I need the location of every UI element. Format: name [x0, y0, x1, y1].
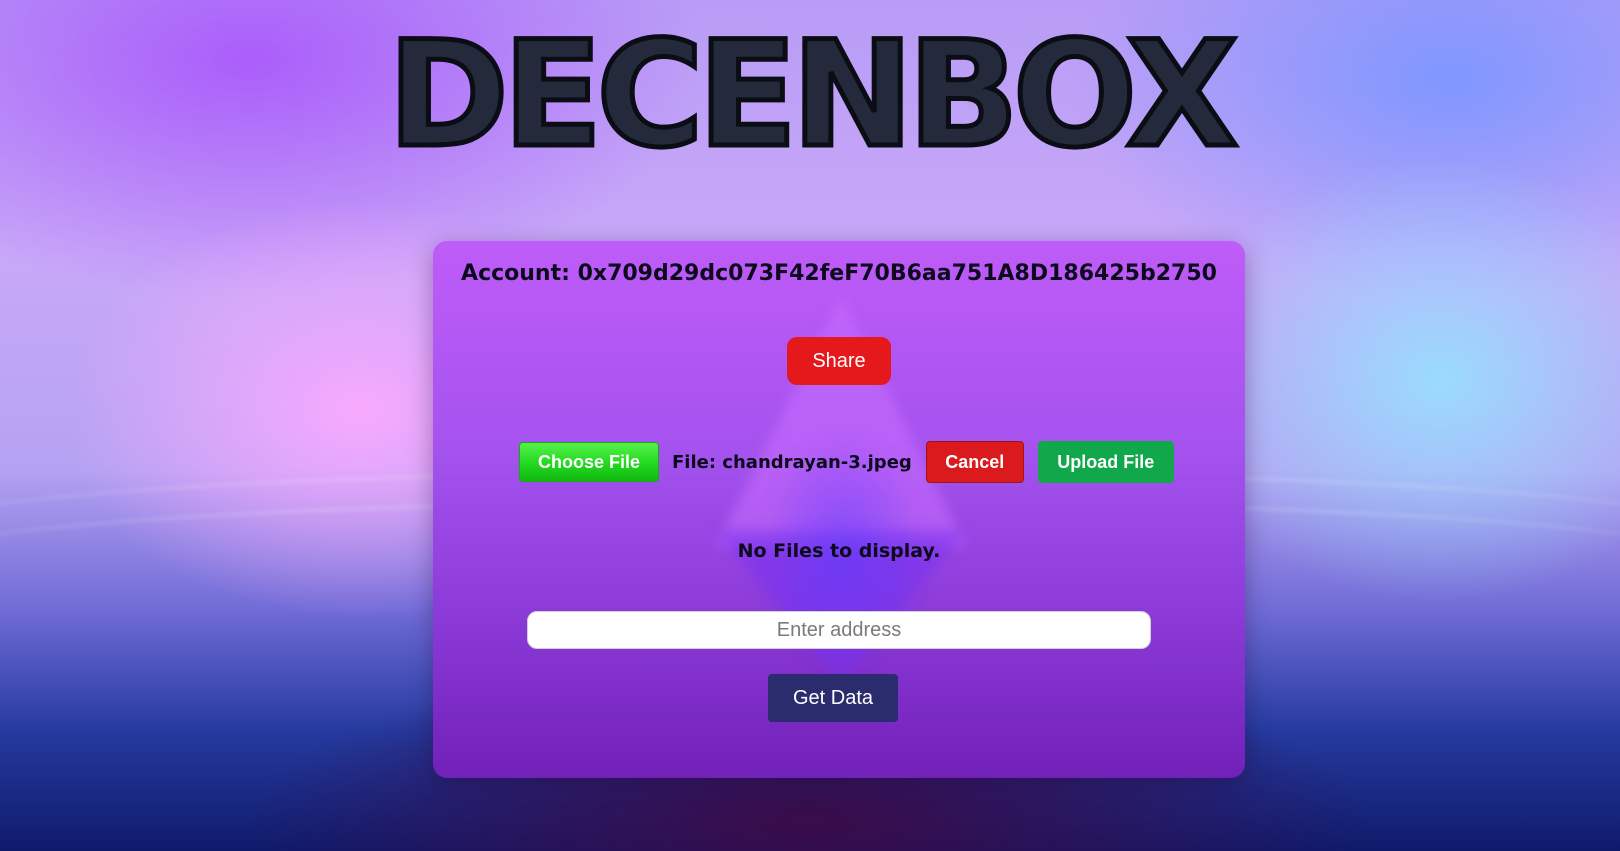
app-title: DECENBOX [385, 10, 1241, 180]
choose-file-button[interactable]: Choose File [519, 442, 659, 482]
main-card: Account: 0x709d29dc073F42feF70B6aa751A8D… [433, 241, 1245, 778]
upload-form: Choose File File: chandrayan-3.jpeg Canc… [519, 441, 1174, 483]
app-page: DECENBOX Account: 0x709d29dc073F42feF70B… [0, 0, 1620, 851]
cancel-button[interactable]: Cancel [925, 441, 1024, 483]
get-data-button[interactable]: Get Data [768, 674, 898, 722]
account-address: Account: 0x709d29dc073F42feF70B6aa751A8D… [461, 261, 1217, 286]
selected-file-label: File: chandrayan-3.jpeg [672, 451, 912, 473]
share-button[interactable]: Share [787, 337, 891, 385]
address-input[interactable] [527, 611, 1151, 649]
empty-files-message: No Files to display. [737, 540, 941, 562]
upload-file-button[interactable]: Upload File [1037, 441, 1174, 483]
